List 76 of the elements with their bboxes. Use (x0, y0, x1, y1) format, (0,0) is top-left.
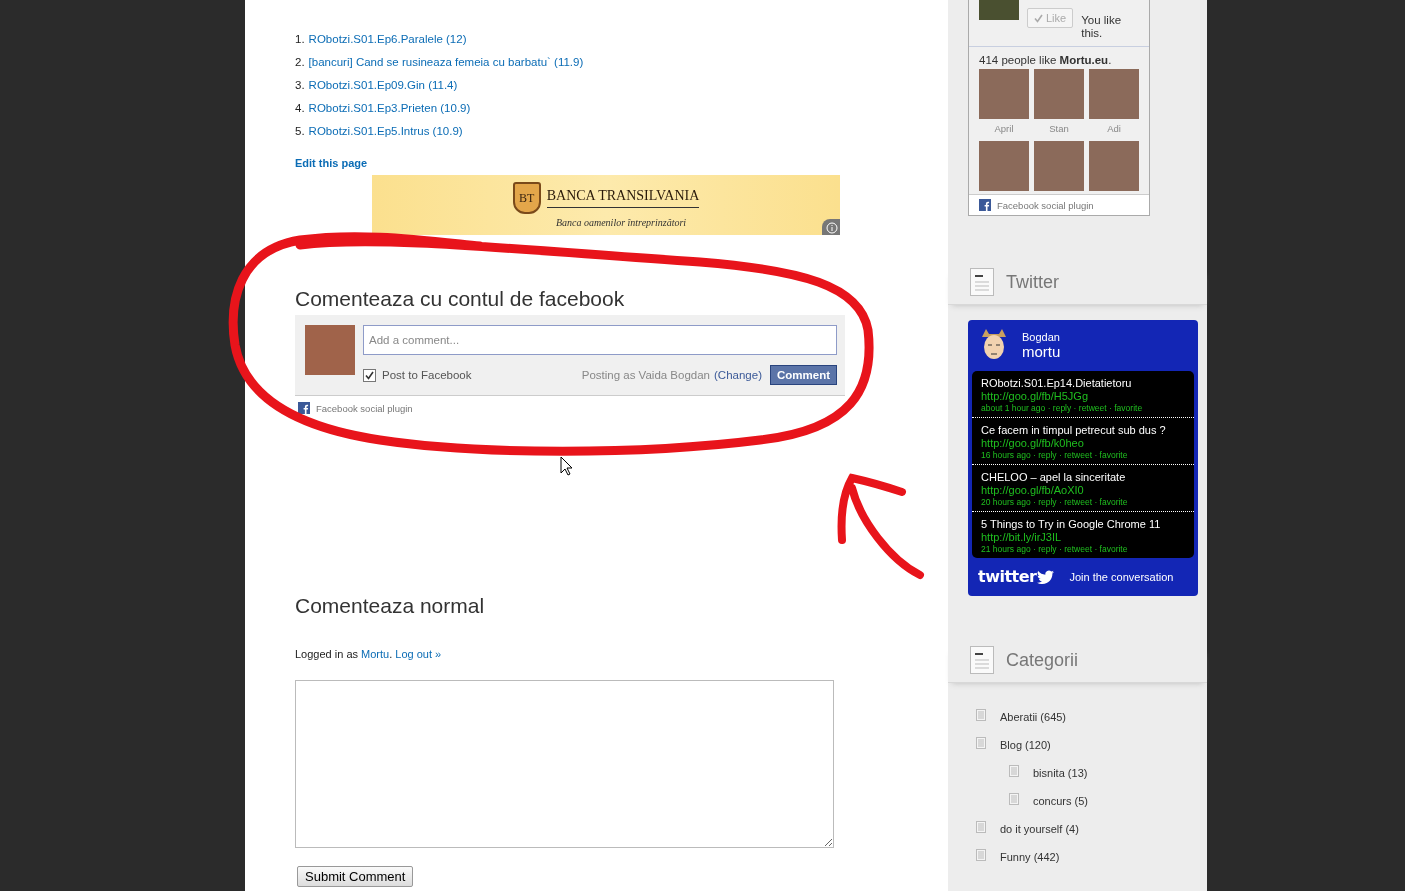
check-icon (1034, 13, 1043, 23)
list-number: 4. (295, 101, 305, 116)
category-link[interactable]: concurs (5) (1033, 787, 1089, 815)
checkbox[interactable] (363, 368, 376, 382)
tweet-text: CHELOO – apel la sinceritate (981, 471, 1127, 483)
tweet-link[interactable]: http://bit.ly/irJ3IL (981, 531, 1185, 543)
section-heading: Comenteaza normal (295, 594, 486, 618)
photo-placeholder[interactable] (979, 141, 1029, 191)
document-icon (970, 268, 994, 296)
document-icon (1009, 793, 1019, 805)
brand-name: BANCA TRANSILVANIA (546, 188, 700, 208)
tweet-text: Ce facem in timpul petrecut sub dus ? (981, 424, 1167, 436)
post-link[interactable]: RObotzi.S01.Ep5.Intrus (10.9) (308, 120, 463, 143)
document-icon (976, 737, 986, 749)
twitter-wordmark[interactable]: twitter (978, 567, 1037, 586)
document-icon (976, 821, 986, 833)
tweet-link[interactable]: http://goo.gl/fb/AoXI0 (981, 484, 1185, 496)
category-link[interactable]: Blog (120) (1000, 731, 1051, 759)
tweet-text: RObotzi.S01.Ep14.Dietatietoru (981, 377, 1133, 389)
tweet-link[interactable]: http://goo.gl/fb/k0heo (981, 437, 1185, 449)
profile-name: Bogdan (1022, 330, 1061, 343)
section-heading: Comenteaza cu contul de facebook (295, 287, 626, 311)
photo-placeholder (305, 325, 355, 375)
logout-link[interactable]: Log out » (395, 648, 442, 660)
facebook-logo-icon (298, 402, 310, 414)
photo-placeholder[interactable] (979, 69, 1029, 119)
tweet-meta[interactable]: 16 hours ago · reply · retweet · favorite (981, 450, 1185, 460)
tweet-link[interactable]: http://goo.gl/fb/H5JGg (981, 390, 1185, 402)
post-link[interactable]: RObotzi.S01.Ep09.Gin (11.4) (308, 74, 458, 97)
post-link[interactable]: RObotzi.S01.Ep3.Prieten (10.9) (308, 97, 471, 120)
widget-heading: Twitter (1006, 271, 1059, 293)
photo-placeholder[interactable] (1089, 141, 1139, 191)
change-link[interactable]: (Change) (714, 369, 762, 381)
comment-textarea[interactable] (295, 680, 834, 848)
photo-placeholder[interactable] (1089, 69, 1139, 119)
tweet-meta[interactable]: about 1 hour ago · reply · retweet · favorite (981, 403, 1185, 413)
tweet-meta[interactable]: 20 hours ago · reply · retweet · favorite (981, 497, 1185, 507)
list-number: 5. (295, 124, 305, 139)
document-icon (1009, 765, 1019, 777)
you-like-text: You like this. (1081, 14, 1123, 40)
list-number: 2. (295, 55, 305, 70)
ad-banner[interactable]: BT BANCA TRANSILVANIA Banca oamenilor întreprinzători (372, 175, 840, 235)
bird-icon (1037, 569, 1056, 584)
checkbox-label: Post to Facebook (382, 369, 472, 381)
posting-as-text: Posting as Vaida Bogdan (581, 369, 710, 381)
facebook-logo-icon (979, 199, 991, 211)
photo-placeholder[interactable] (1034, 141, 1084, 191)
edit-page-link[interactable]: Edit this page (295, 157, 368, 169)
comment-input[interactable]: Add a comment... (363, 325, 837, 355)
list-number: 3. (295, 78, 305, 93)
widget-heading: Categorii (1006, 649, 1079, 671)
tweet-meta[interactable]: 21 hours ago · reply · retweet · favorite (981, 544, 1185, 554)
plugin-label: Facebook social plugin (997, 199, 1094, 211)
category-link[interactable]: bisnita (13) (1033, 759, 1088, 787)
plugin-label: Facebook social plugin (316, 402, 413, 414)
document-icon (970, 646, 994, 674)
photo-placeholder[interactable] (1034, 69, 1084, 119)
ad-tagline: Banca oamenilor întreprinzători (555, 217, 687, 228)
join-conversation-link[interactable]: Join the conversation (1069, 570, 1174, 583)
tweet-text: 5 Things to Try in Google Chrome 11 (981, 518, 1162, 530)
post-link[interactable]: [bancuri] Cand se rusineaza femeia cu barbatu` (11.9) (308, 51, 584, 74)
document-icon (976, 849, 986, 861)
list-number: 1. (295, 32, 305, 47)
like-count-text: 414 people like Mortu.eu. (978, 53, 1113, 68)
profile-username[interactable]: mortu (1022, 342, 1061, 360)
submit-button[interactable]: Submit Comment (297, 866, 414, 887)
mouse-cursor-icon (560, 456, 573, 476)
category-link[interactable]: do it yourself (4) (1000, 815, 1079, 843)
category-link[interactable]: Funny (442) (1000, 843, 1060, 871)
shield-logo: BT (512, 182, 541, 214)
document-icon (976, 709, 986, 721)
comment-button[interactable]: Comment (769, 365, 837, 385)
info-icon[interactable] (822, 219, 840, 235)
category-link[interactable]: Aberatii (645) (1000, 703, 1067, 731)
logged-in-text: Logged in as Mortu. Log out » (295, 648, 443, 660)
post-link[interactable]: RObotzi.S01.Ep6.Paralele (12) (308, 28, 467, 51)
